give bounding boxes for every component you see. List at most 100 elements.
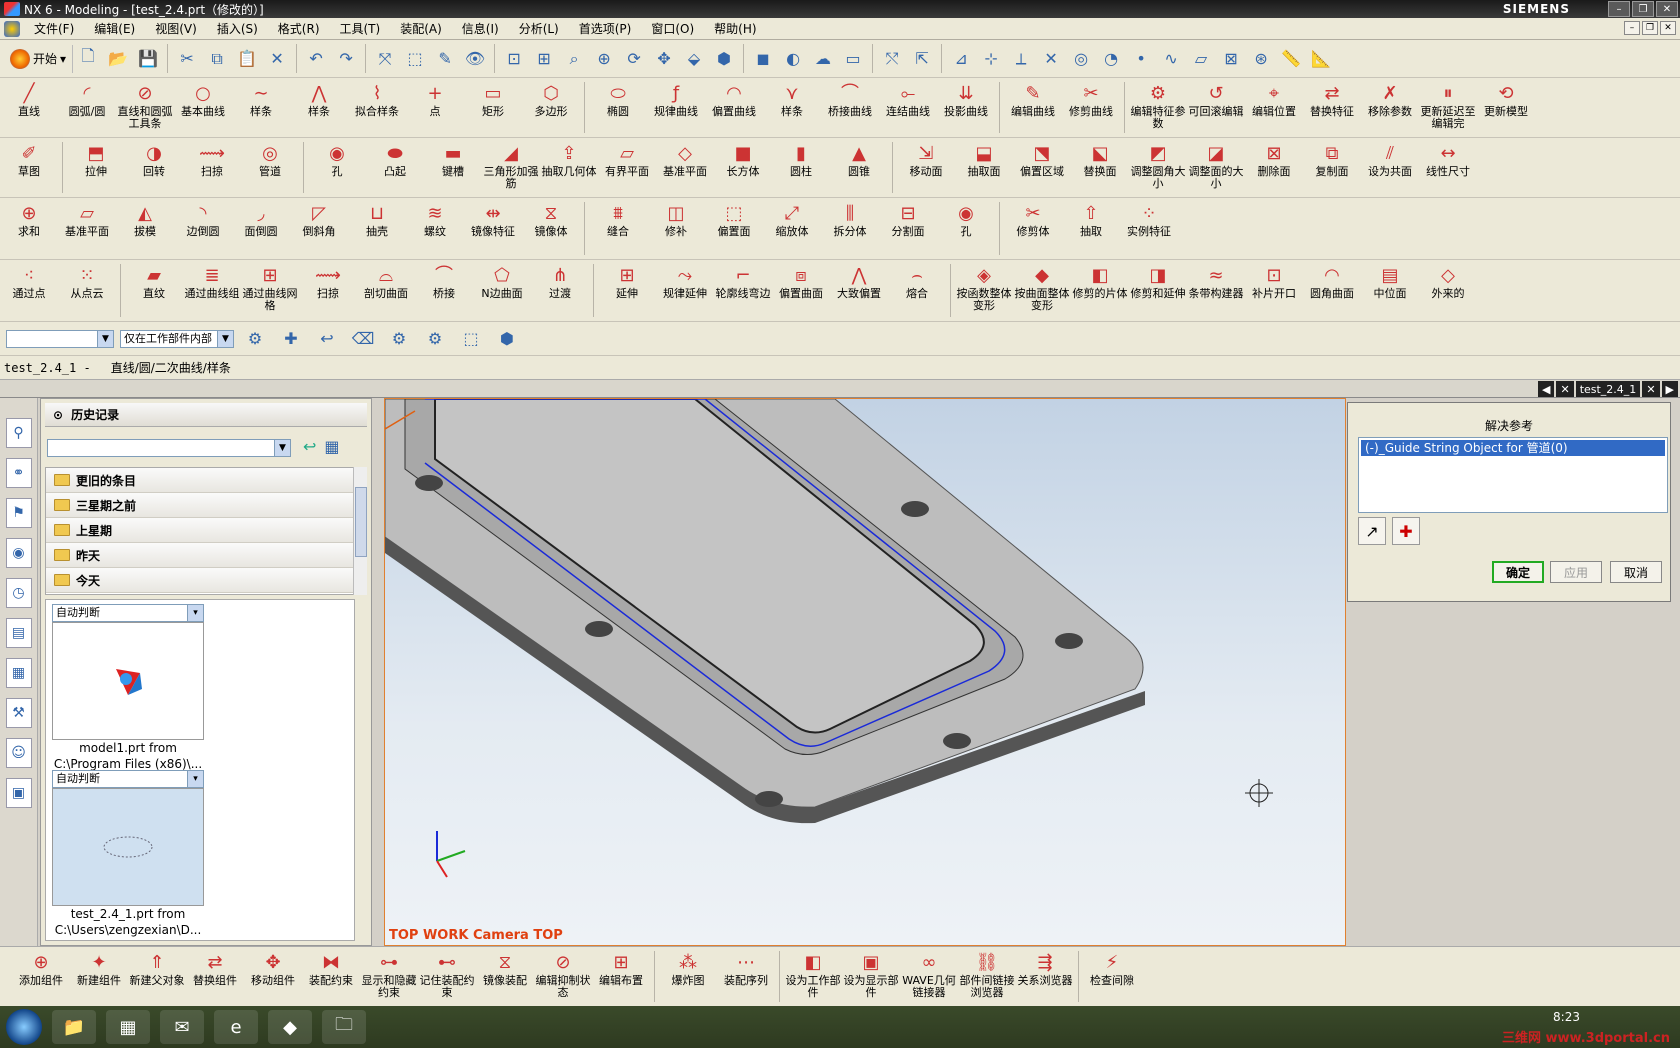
settings-icon[interactable]: ⚙ [423, 327, 447, 351]
tool-slot[interactable]: ▬ 键槽 [424, 138, 482, 197]
show-hide-icon[interactable]: 👁 [463, 47, 487, 71]
zoom-icon[interactable]: ⌕ [562, 47, 586, 71]
tool-n-sided[interactable]: ⬠ N边曲面 [473, 260, 531, 321]
history-card[interactable]: 自动判断 ▾ test_2.4_1.prt from C:\Users\zengz… [52, 770, 204, 938]
calculator-icon[interactable]: ▦ [106, 1010, 150, 1044]
layer-icon[interactable]: ▭ [841, 47, 865, 71]
system-scene-icon[interactable]: ▣ [5, 778, 32, 808]
tool-thread[interactable]: ≋ 螺纹 [406, 198, 464, 259]
tool-offset-face[interactable]: ⬚ 偏置面 [705, 198, 763, 259]
palette-icon[interactable]: ▦ [5, 658, 32, 688]
tool-edge-blend[interactable]: ◝ 边倒圆 [174, 198, 232, 259]
tool-remember-constraints[interactable]: ⊷ 记住装配约束 [418, 947, 476, 1006]
tool-rollback-edit[interactable]: ↺ 可回滚编辑 [1187, 78, 1245, 137]
tool-replace-component[interactable]: ⇄ 替换组件 [186, 947, 244, 1006]
paste-icon[interactable]: 📋 [235, 47, 259, 71]
tool-cone[interactable]: ▲ 圆锥 [830, 138, 888, 197]
tab-next-icon[interactable]: ▶ [1661, 381, 1678, 397]
rectangle-select-icon[interactable]: ⬚ [459, 327, 483, 351]
filter-icon[interactable]: ⚙ [243, 327, 267, 351]
menu-assemblies[interactable]: 装配(A) [390, 20, 452, 37]
open-folder-icon[interactable]: 📂 [106, 47, 130, 71]
copy-icon[interactable]: ⧉ [205, 47, 229, 71]
start-orb-icon[interactable] [6, 1009, 42, 1045]
tool-polygon[interactable]: ⬡ 多边形 [522, 78, 580, 137]
select-reference-button[interactable]: ↗ [1358, 517, 1386, 545]
refresh-icon[interactable]: ↩ [303, 437, 316, 456]
cancel-button[interactable]: 取消 [1610, 561, 1662, 583]
process-studio-icon[interactable]: ⚒ [5, 698, 32, 728]
tool-patch[interactable]: ◫ 修补 [647, 198, 705, 259]
add-reference-button[interactable]: ✚ [1392, 517, 1420, 545]
snap-point-icon[interactable]: ✚ [279, 327, 303, 351]
tool-delay-update[interactable]: ⏸ 更新延迟至编辑完 [1419, 78, 1477, 137]
tool-replace-face[interactable]: ⬕ 替换面 [1071, 138, 1129, 197]
pin-icon[interactable]: ⊙ [53, 408, 63, 422]
render-style-icon[interactable]: ◐ [781, 47, 805, 71]
tool-check-clearances[interactable]: ⚡ 检查间隙 [1083, 947, 1141, 1006]
tool-patch-openings[interactable]: ⊡ 补片开口 [1245, 260, 1303, 321]
type-filter-select[interactable]: ▼ [6, 329, 114, 348]
undo-selection-icon[interactable]: ↩ [315, 327, 339, 351]
tool-replace-feature[interactable]: ⇄ 替换特征 [1303, 78, 1361, 137]
transform-icon[interactable]: ⤧ [373, 47, 397, 71]
app-menu-icon[interactable] [4, 20, 20, 37]
tool-line[interactable]: ╱ 直线 [0, 78, 58, 137]
tool-join-curve[interactable]: ⟜ 连结曲线 [879, 78, 937, 137]
tab-pin-icon[interactable]: ✕ [1556, 381, 1574, 397]
snap-endpoint-icon[interactable]: ⊿ [949, 47, 973, 71]
menu-information[interactable]: 信息(I) [452, 20, 509, 37]
tool-relations-browser[interactable]: ⇶ 关系浏览器 [1016, 947, 1074, 1006]
tool-cylinder[interactable]: ▮ 圆柱 [772, 138, 830, 197]
tool-line-arc-toolbar[interactable]: ⊘ 直线和圆弧工具条 [116, 78, 174, 137]
constraint-navigator-icon[interactable]: ⚭ [5, 458, 32, 488]
roles-icon[interactable]: ☺ [5, 738, 32, 768]
tool-copy-face[interactable]: ⧉ 复制面 [1303, 138, 1361, 197]
snap-control-icon[interactable]: ⟂ [1009, 47, 1033, 71]
tool-datum-plane[interactable]: ◇ 基准平面 [656, 138, 714, 197]
wcs-orient-icon[interactable]: ⇱ [910, 47, 934, 71]
selection-scope-select[interactable]: 仅在工作部件内部 ▼ [120, 329, 234, 348]
undo-icon[interactable]: ↶ [304, 47, 328, 71]
tool-hole[interactable]: ◉ 孔 [308, 138, 366, 197]
tool-new-component[interactable]: ✦ 新建组件 [70, 947, 128, 1006]
tool-ellipse[interactable]: ⬭ 椭圆 [589, 78, 647, 137]
tool-show-hide-constraints[interactable]: ⊶ 显示和隐藏约束 [360, 947, 418, 1006]
folder-last-week[interactable]: 上星期 [46, 518, 354, 543]
tool-linear-dimension[interactable]: ↔ 线性尺寸 [1419, 138, 1477, 197]
tool-sew[interactable]: ⩩ 缝合 [589, 198, 647, 259]
tool-fillet-surface[interactable]: ◠ 圆角曲面 [1303, 260, 1361, 321]
shaded-view-icon[interactable]: ◼ [751, 47, 775, 71]
tool-mirror-feature[interactable]: ⇹ 镜像特征 [464, 198, 522, 259]
tool-project-curve[interactable]: ⇊ 投影曲线 [937, 78, 995, 137]
select-icon[interactable]: ⬚ [403, 47, 427, 71]
tool-interpart-browser[interactable]: ⛓ 部件间链接浏览器 [958, 947, 1016, 1006]
fit-view-icon[interactable]: ⊡ [502, 47, 526, 71]
tool-arc[interactable]: ◜ 圆弧/圆 [58, 78, 116, 137]
close-icon[interactable]: ✕ [1656, 1, 1678, 17]
tool-split-body[interactable]: ⫼ 拆分体 [821, 198, 879, 259]
new-file-icon[interactable]: 🗋 [76, 46, 100, 71]
perspective-icon[interactable]: ⬙ [682, 47, 706, 71]
menu-format[interactable]: 格式(R) [268, 20, 330, 37]
tool-basic-curves[interactable]: ○ 基本曲线 [174, 78, 232, 137]
outlook-icon[interactable]: ✉ [160, 1010, 204, 1044]
tool-mirror-assembly[interactable]: ⧖ 镜像装配 [476, 947, 534, 1006]
cube-view-icon[interactable]: ⬢ [495, 327, 519, 351]
tool-point[interactable]: + 点 [406, 78, 464, 137]
zoom-in-icon[interactable]: ⊕ [592, 47, 616, 71]
tool-make-displayed-part[interactable]: ▣ 设为显示部件 [842, 947, 900, 1006]
tool-instance-feature[interactable]: ⁘ 实例特征 [1120, 198, 1178, 259]
snap-intersection-icon[interactable]: ✕ [1039, 47, 1063, 71]
folder-today[interactable]: 今天 [46, 568, 354, 593]
tool-new-parent[interactable]: ⇑ 新建父对象 [128, 947, 186, 1006]
tool-move-component[interactable]: ✥ 移动组件 [244, 947, 302, 1006]
tool-assembly-sequencing[interactable]: ⋯ 装配序列 [717, 947, 775, 1006]
tool-edit-feature-params[interactable]: ⚙ 编辑特征参数 [1129, 78, 1187, 137]
snap-on-surface-icon[interactable]: ▱ [1189, 47, 1213, 71]
view-mode-icon[interactable]: ▦ [324, 437, 339, 456]
tool-hole-2[interactable]: ◉ 孔 [937, 198, 995, 259]
tool-gusset[interactable]: ◢ 三角形加强筋 [482, 138, 540, 197]
tool-move-face[interactable]: ⇲ 移动面 [897, 138, 955, 197]
tool-add-component[interactable]: ⊕ 添加组件 [12, 947, 70, 1006]
